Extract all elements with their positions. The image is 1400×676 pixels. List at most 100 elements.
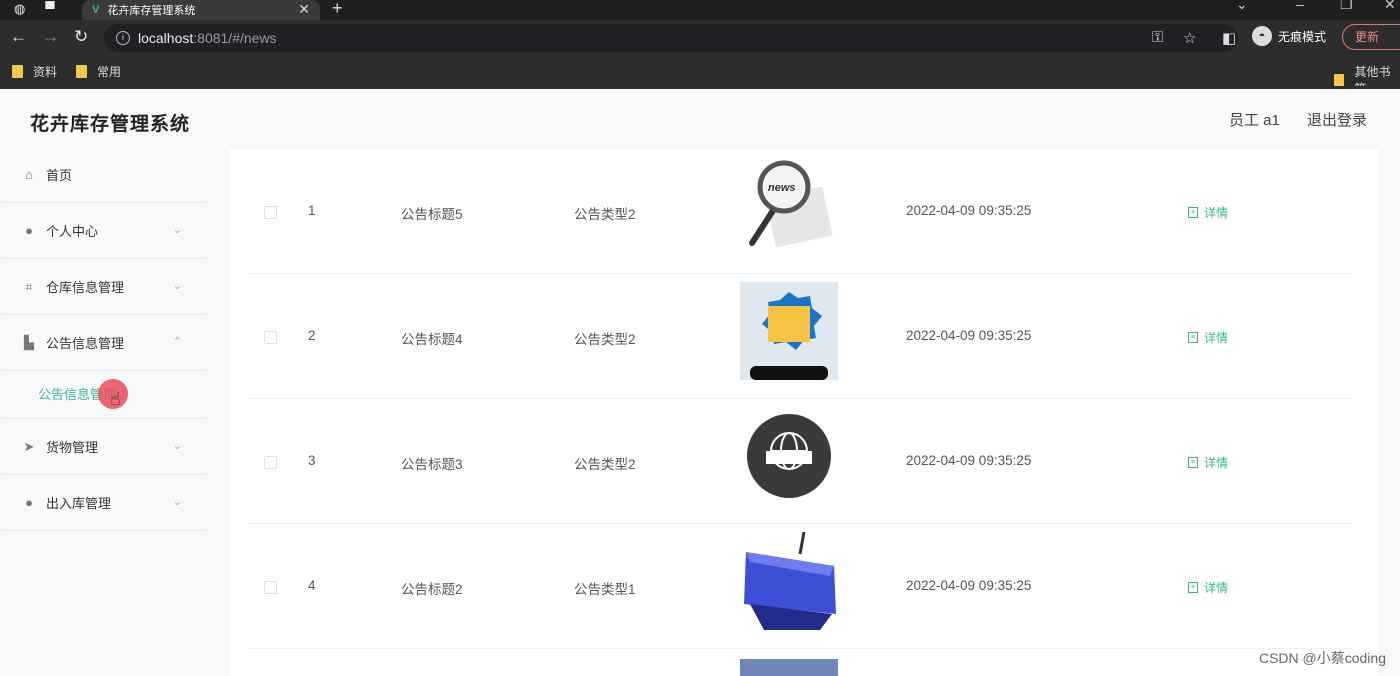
restore-icon[interactable]: ❐ — [1340, 0, 1353, 13]
svg-text:news: news — [768, 182, 796, 194]
user-icon: ● — [25, 494, 33, 510]
chevron-down-icon: ⌄ — [172, 496, 182, 508]
detail-label: 详情 — [1204, 331, 1229, 345]
row-index: 3 — [308, 453, 316, 468]
vue-logo-icon: V — [92, 4, 100, 16]
url-host: localhost — [138, 30, 194, 46]
detail-button[interactable]: ≡ 详情 — [1188, 579, 1228, 596]
current-user: 员工 a1 — [1229, 112, 1280, 129]
side-panel-icon[interactable]: ◧ — [1222, 29, 1236, 47]
sidebar-item-home[interactable]: ⌂ 首页 — [2, 147, 206, 203]
chevron-down-icon: ⌄ — [172, 224, 182, 236]
row-type: 公告类型2 — [574, 457, 636, 472]
row-time: 2022-04-09 09:35:25 — [906, 328, 1032, 343]
row-index: 2 — [308, 328, 316, 343]
bookmark-folder-1[interactable]: 资料 — [12, 63, 57, 80]
news-thumbnail-breaking — [740, 282, 838, 380]
bookmark-label: 常用 — [97, 65, 122, 79]
table-row: 1 公告标题5 公告类型2 news 2022-04-09 09:35:25 ≡… — [248, 149, 1352, 274]
site-info-icon[interactable]: i — [116, 31, 130, 45]
url-field[interactable]: i localhost:8081/#/news — [104, 24, 1238, 52]
bookmark-label: 资料 — [33, 65, 58, 79]
sidebar-item-label: 仓库信息管理 — [46, 280, 125, 295]
detail-button[interactable]: ≡ 详情 — [1188, 454, 1228, 471]
sidebar-item-label: 个人中心 — [46, 224, 99, 239]
sidebar-item-bulletin[interactable]: ▙ 公告信息管理 ⌃ — [2, 315, 206, 371]
bulletin-table: 1 公告标题5 公告类型2 news 2022-04-09 09:35:25 ≡… — [230, 149, 1378, 676]
send-icon: ➤ — [23, 438, 35, 454]
sidebar-item-label: 货物管理 — [46, 440, 99, 455]
row-type: 公告类型2 — [574, 207, 636, 222]
user-icon: ● — [25, 222, 33, 238]
detail-label: 详情 — [1204, 206, 1229, 220]
row-title: 公告标题4 — [401, 332, 463, 347]
sidebar-item-warehouse[interactable]: ⌗ 仓库信息管理 ⌄ — [2, 259, 206, 315]
row-title: 公告标题2 — [401, 582, 463, 597]
detail-label: 详情 — [1204, 456, 1229, 470]
folder-icon — [76, 65, 87, 78]
row-title: 公告标题5 — [401, 207, 463, 222]
bookmarks-bar: 资料 常用 其他书签 — [0, 56, 1400, 96]
chevron-down-icon: ⌄ — [172, 440, 182, 452]
close-window-icon[interactable]: ✕ — [1384, 0, 1396, 13]
news-thumbnail-key — [740, 532, 838, 630]
sidebar-item-inout[interactable]: ● 出入库管理 ⌄ — [2, 475, 206, 531]
document-icon: ≡ — [1188, 332, 1198, 343]
document-icon: ≡ — [1188, 457, 1198, 468]
hand-cursor-icon: ☝ — [110, 389, 121, 409]
home-icon: ⌂ — [25, 166, 33, 182]
sidebar-item-profile[interactable]: ● 个人中心 ⌄ — [2, 203, 206, 259]
tab-list-icon[interactable]: ▀ — [45, 1, 54, 17]
detail-button[interactable]: ≡ 详情 — [1188, 204, 1228, 221]
minimize-icon[interactable]: – — [1296, 0, 1304, 12]
chevron-down-icon[interactable]: ⌄ — [1236, 0, 1248, 13]
table-row: 3 公告标题3 公告类型2 2022-04-09 09:35:25 ≡ 详情 — [248, 399, 1352, 524]
url-path: :8081/#/news — [193, 30, 277, 46]
document-icon: ≡ — [1188, 207, 1198, 218]
app-title: 花卉库存管理系统 — [30, 114, 191, 135]
row-checkbox[interactable] — [264, 331, 277, 344]
watermark: CSDN @小蔡coding — [1258, 650, 1386, 666]
bookmark-folder-2[interactable]: 常用 — [76, 63, 121, 80]
row-index: 1 — [308, 203, 316, 218]
table-row: 2 公告标题4 公告类型2 2022-04-09 09:35:25 ≡ 详情 — [248, 274, 1352, 399]
sidebar-item-label: 出入库管理 — [46, 496, 112, 511]
forward-icon[interactable]: → — [42, 27, 59, 47]
update-button[interactable]: 更新 — [1342, 24, 1400, 50]
row-time: 2022-04-09 09:35:25 — [906, 578, 1032, 593]
sidebar-menu: ⌂ 首页 ● 个人中心 ⌄ ⌗ 仓库信息管理 ⌄ ▙ 公告信息管理 ⌃ 公告信息… — [2, 147, 206, 531]
sidebar-item-goods[interactable]: ➤ 货物管理 ⌄ — [2, 419, 206, 475]
crop-icon: ⌗ — [25, 278, 33, 294]
logout-link[interactable]: 退出登录 — [1307, 109, 1367, 130]
browser-tab[interactable]: V 花卉库存管理系统 ✕ — [82, 0, 320, 20]
row-checkbox[interactable] — [264, 581, 277, 594]
document-icon: ≡ — [1188, 582, 1198, 593]
new-tab-icon[interactable]: + — [332, 0, 343, 19]
incognito-icon: ◓ — [1252, 26, 1272, 46]
news-thumbnail-partial — [740, 659, 838, 676]
folder-icon — [12, 65, 23, 78]
row-title: 公告标题3 — [401, 457, 463, 472]
row-time: 2022-04-09 09:35:25 — [906, 453, 1032, 468]
sidebar-subitem-bulletin-manage[interactable]: 公告信息管理 ☝ — [2, 371, 206, 419]
detail-button[interactable]: ≡ 详情 — [1188, 329, 1228, 346]
row-type: 公告类型2 — [574, 332, 636, 347]
globe-icon[interactable]: ◍ — [14, 1, 25, 17]
address-bar-row: ← → ↻ i localhost:8081/#/news ⚿ ☆ ◧ ◓ 无痕… — [0, 20, 1400, 56]
key-icon[interactable]: ⚿ — [1152, 29, 1163, 46]
news-thumbnail-magnifier: news — [740, 157, 838, 255]
table-row: 4 公告标题2 公告类型1 2022-04-09 09:35:25 ≡ 详情 — [248, 524, 1352, 649]
detail-label: 详情 — [1204, 581, 1229, 595]
row-checkbox[interactable] — [264, 206, 277, 219]
tab-bar-left-icons: ◍ ▀ — [14, 1, 55, 17]
tab-title: 花卉库存管理系统 — [107, 5, 196, 17]
star-icon[interactable]: ☆ — [1183, 29, 1196, 47]
reload-icon[interactable]: ↻ — [74, 27, 88, 47]
incognito-indicator[interactable]: ◓ 无痕模式 — [1252, 26, 1326, 46]
browser-tab-bar: ◍ ▀ V 花卉库存管理系统 ✕ + ⌄ – ❐ ✕ — [0, 0, 1400, 20]
close-tab-icon[interactable]: ✕ — [298, 1, 310, 18]
chevron-up-icon: ⌃ — [172, 336, 182, 348]
bulletin-icon: ▙ — [24, 334, 34, 350]
back-icon[interactable]: ← — [10, 27, 27, 47]
row-checkbox[interactable] — [264, 456, 277, 469]
